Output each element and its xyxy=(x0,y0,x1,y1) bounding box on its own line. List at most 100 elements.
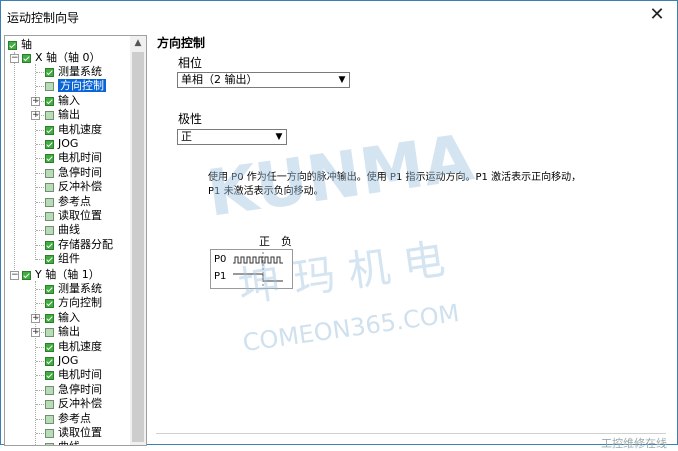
collapse-icon[interactable]: − xyxy=(10,271,19,280)
tree-item-y_axis[interactable]: 输出 xyxy=(45,325,80,339)
tree-item-x_axis[interactable]: 输出 xyxy=(45,108,80,122)
checkbox-icon xyxy=(45,284,54,294)
tree-item-x_axis[interactable]: 电机时间 xyxy=(45,151,102,165)
chevron-down-icon[interactable]: ▼ xyxy=(272,130,286,144)
tree-guide-line xyxy=(36,230,44,231)
tree-item-x_axis[interactable]: 组件 xyxy=(45,252,80,266)
tree-guide-line xyxy=(14,52,15,274)
tree-item-label: 输出 xyxy=(58,325,80,338)
tree-guide-line xyxy=(36,86,44,87)
p1-direction-wave xyxy=(233,273,283,282)
tree-item-x_axis[interactable]: 测量系统 xyxy=(45,65,102,79)
tree-guide-line xyxy=(36,72,44,73)
tree-item-x_axis[interactable]: 读取位置 xyxy=(45,209,102,223)
tree-item-label: 反冲补偿 xyxy=(58,397,102,410)
tree-guide-line xyxy=(36,318,44,319)
tree-guide-line xyxy=(36,202,44,203)
tree-item-x_axis[interactable]: 存储器分配 xyxy=(45,238,113,252)
tree-item-label: 电机时间 xyxy=(58,151,102,164)
tree-item-label: 电机时间 xyxy=(58,368,102,381)
tree-item-label: 电机速度 xyxy=(58,340,102,353)
tree-x-axis[interactable]: X 轴（轴 0） xyxy=(22,51,101,65)
signal-diagram: P0 P1 xyxy=(210,249,293,289)
tree-guide-line xyxy=(36,433,44,434)
tree-item-x_axis[interactable]: 参考点 xyxy=(45,195,91,209)
tree-root[interactable]: 轴 xyxy=(8,38,32,52)
checkbox-icon xyxy=(45,414,54,424)
checkbox-icon xyxy=(45,370,54,380)
phase-label: 相位 xyxy=(178,56,203,70)
tree-item-label: 反冲补偿 xyxy=(58,180,102,193)
tree-guide-line xyxy=(35,281,36,445)
tree-item-y_axis[interactable]: JOG xyxy=(45,354,78,368)
tree-item-y_axis[interactable]: 电机时间 xyxy=(45,368,102,382)
checkbox-icon xyxy=(45,313,54,323)
tree-guide-line xyxy=(36,390,44,391)
tree-guide-line xyxy=(36,245,44,246)
tree-item-label: 输出 xyxy=(58,108,80,121)
tree-item-label: 参考点 xyxy=(58,195,91,208)
tree-guide-line xyxy=(36,173,44,174)
footer-watermark: 工控维修在线 xyxy=(601,437,667,450)
tree-guide-line xyxy=(36,289,44,290)
polarity-select-value: 正 xyxy=(181,130,192,143)
close-icon[interactable]: ✕ xyxy=(647,5,667,25)
tree-item-y_axis[interactable]: 反冲补偿 xyxy=(45,397,102,411)
tree-item-label: 方向控制 xyxy=(58,79,106,92)
scroll-thumb[interactable] xyxy=(132,52,144,442)
page-title: 方向控制 xyxy=(157,36,206,50)
checkbox-icon xyxy=(45,428,54,438)
tree-item-label: 急停时间 xyxy=(58,383,102,396)
tree-item-x_axis[interactable]: 曲线 xyxy=(45,223,80,237)
checkbox-icon xyxy=(45,125,54,135)
tree-guide-line xyxy=(36,115,44,116)
tree-y-axis[interactable]: Y 轴（轴 1） xyxy=(22,268,100,282)
tree-item-y_axis[interactable]: 测量系统 xyxy=(45,282,102,296)
tree-item-label: 输入 xyxy=(58,311,80,324)
tree-item-x_axis[interactable]: 反冲补偿 xyxy=(45,180,102,194)
tree-item-x_axis[interactable]: JOG xyxy=(45,137,78,151)
tree-item-y_axis[interactable]: 曲线 xyxy=(45,440,80,445)
tree-item-x_axis[interactable]: 急停时间 xyxy=(45,166,102,180)
tree-guide-line xyxy=(36,130,44,131)
tree-item-label: 读取位置 xyxy=(58,209,102,222)
tree-guide-line xyxy=(36,375,44,376)
footer-divider xyxy=(156,433,666,434)
tree-item-x_axis[interactable]: 电机速度 xyxy=(45,123,102,137)
tree-item-y_axis[interactable]: 方向控制 xyxy=(45,296,102,310)
tree-item-y_axis[interactable]: 读取位置 xyxy=(45,426,102,440)
tree-guide-line xyxy=(36,144,44,145)
checkbox-icon xyxy=(45,225,54,235)
phase-select[interactable]: 单相（2 输出） ▼ xyxy=(177,72,350,88)
tree-guide-line xyxy=(36,332,44,333)
tree-item-y_axis[interactable]: 输入 xyxy=(45,311,80,325)
tree-item-y_axis[interactable]: 参考点 xyxy=(45,412,91,426)
checkbox-icon xyxy=(8,40,17,50)
tree-item-y_axis[interactable]: 急停时间 xyxy=(45,383,102,397)
tree-item-x_axis[interactable]: 方向控制 xyxy=(45,79,106,93)
checkbox-icon xyxy=(45,96,54,106)
tree-guide-line xyxy=(36,187,44,188)
signal-p0-label: P0 xyxy=(214,254,227,265)
checkbox-icon xyxy=(45,240,54,250)
x-axis-label: X 轴（轴 0） xyxy=(35,51,101,64)
tree-item-label: 曲线 xyxy=(58,440,80,445)
polarity-select[interactable]: 正 ▼ xyxy=(177,129,287,145)
tree-scrollbar[interactable]: ▲ xyxy=(130,36,146,445)
checkbox-icon xyxy=(45,139,54,149)
tree-guide-line xyxy=(36,303,44,304)
scroll-up-icon[interactable]: ▲ xyxy=(130,36,146,50)
tree-item-label: 曲线 xyxy=(58,223,80,236)
signal-negative-label: 负 xyxy=(281,235,292,248)
tree-item-y_axis[interactable]: 电机速度 xyxy=(45,340,102,354)
tree-item-label: 组件 xyxy=(58,252,80,265)
checkbox-icon xyxy=(45,399,54,409)
polarity-label: 极性 xyxy=(178,112,203,126)
collapse-icon[interactable]: − xyxy=(10,54,19,63)
wizard-window: 运动控制向导 ✕ 轴 − X 轴（轴 0） − Y 轴（轴 1） 测量系统 方向控… xyxy=(0,0,678,450)
tree-item-x_axis[interactable]: 输入 xyxy=(45,94,80,108)
tree-guide-line xyxy=(36,158,44,159)
checkbox-icon xyxy=(45,110,54,120)
chevron-down-icon[interactable]: ▼ xyxy=(335,73,349,87)
tree-item-label: 电机速度 xyxy=(58,123,102,136)
